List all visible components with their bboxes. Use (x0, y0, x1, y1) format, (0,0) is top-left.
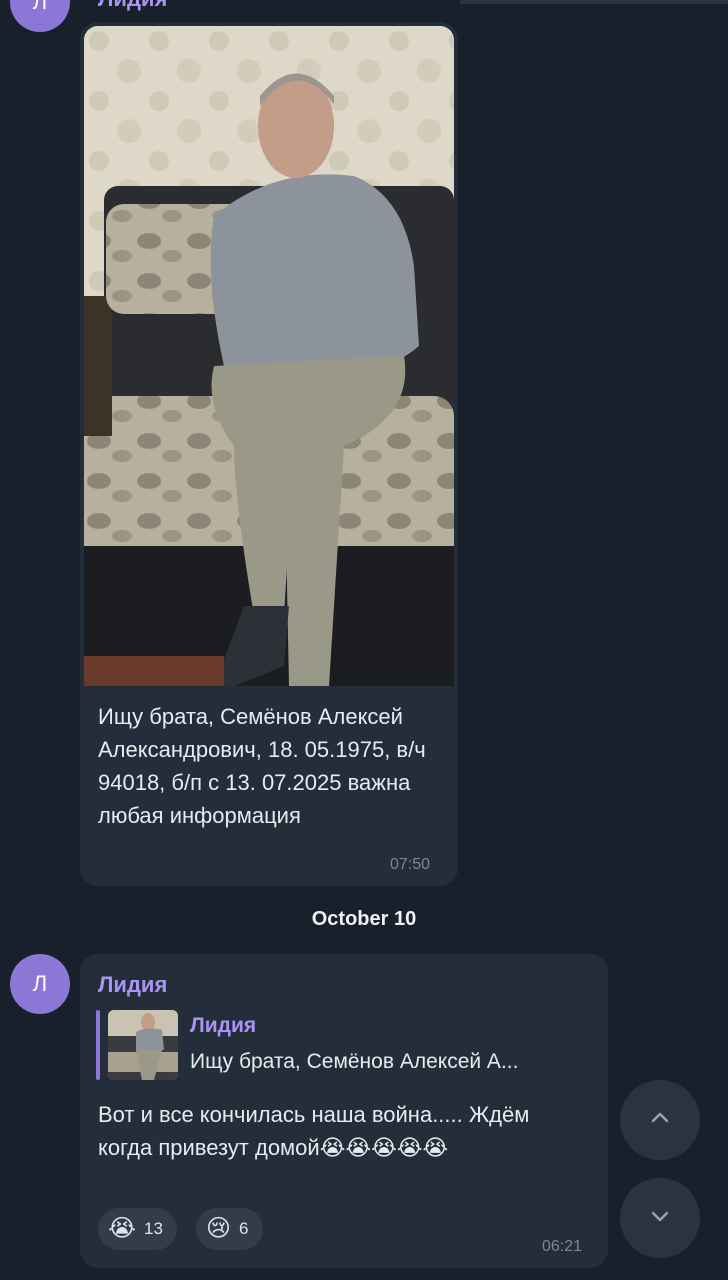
reaction-crying[interactable]: 😭 13 (98, 1208, 177, 1250)
message-time: 07:50 (390, 856, 431, 873)
sender-name[interactable]: Лидия (98, 972, 167, 998)
sad-face-emoji: 😢 (206, 1215, 232, 1242)
message-photo[interactable] (84, 26, 454, 686)
top-divider (460, 0, 728, 4)
chevron-down-icon (648, 1204, 672, 1233)
avatar-initial: Л (32, 971, 48, 996)
avatar[interactable]: Л (10, 954, 70, 1014)
avatar-initial: Л (32, 0, 48, 14)
reply-thumbnail (108, 1010, 178, 1080)
date-separator: October 10 (311, 908, 417, 930)
reaction-count: 6 (239, 1219, 249, 1238)
message-bubble[interactable]: Лидия Лидия Ищу брата, Семёнов Алексей А… (80, 954, 608, 1268)
scroll-up-button[interactable] (620, 1080, 700, 1160)
reply-text: Ищу брата, Семёнов Алексей А... (190, 1050, 519, 1073)
scroll-down-button[interactable] (620, 1178, 700, 1258)
message-text: Вот и все кончилась наша война..... Ждём… (98, 1102, 530, 1160)
chevron-up-icon (648, 1106, 672, 1135)
crying-face-emoji: 😭 (108, 1215, 137, 1242)
message-bubble[interactable]: Ищу брата, Семёнов Алексей Александрович… (80, 22, 458, 886)
message-caption: Ищу брата, Семёнов Алексей Александрович… (98, 704, 426, 828)
reaction-sad[interactable]: 😢 6 (196, 1208, 263, 1250)
sender-name[interactable]: Лидия (98, 0, 167, 12)
message-time: 06:21 (542, 1238, 583, 1255)
reaction-count: 13 (144, 1219, 163, 1238)
photo-image (84, 26, 454, 686)
reply-sender: Лидия (190, 1014, 257, 1037)
avatar[interactable]: Л (10, 0, 70, 32)
reply-bar (96, 1010, 100, 1080)
